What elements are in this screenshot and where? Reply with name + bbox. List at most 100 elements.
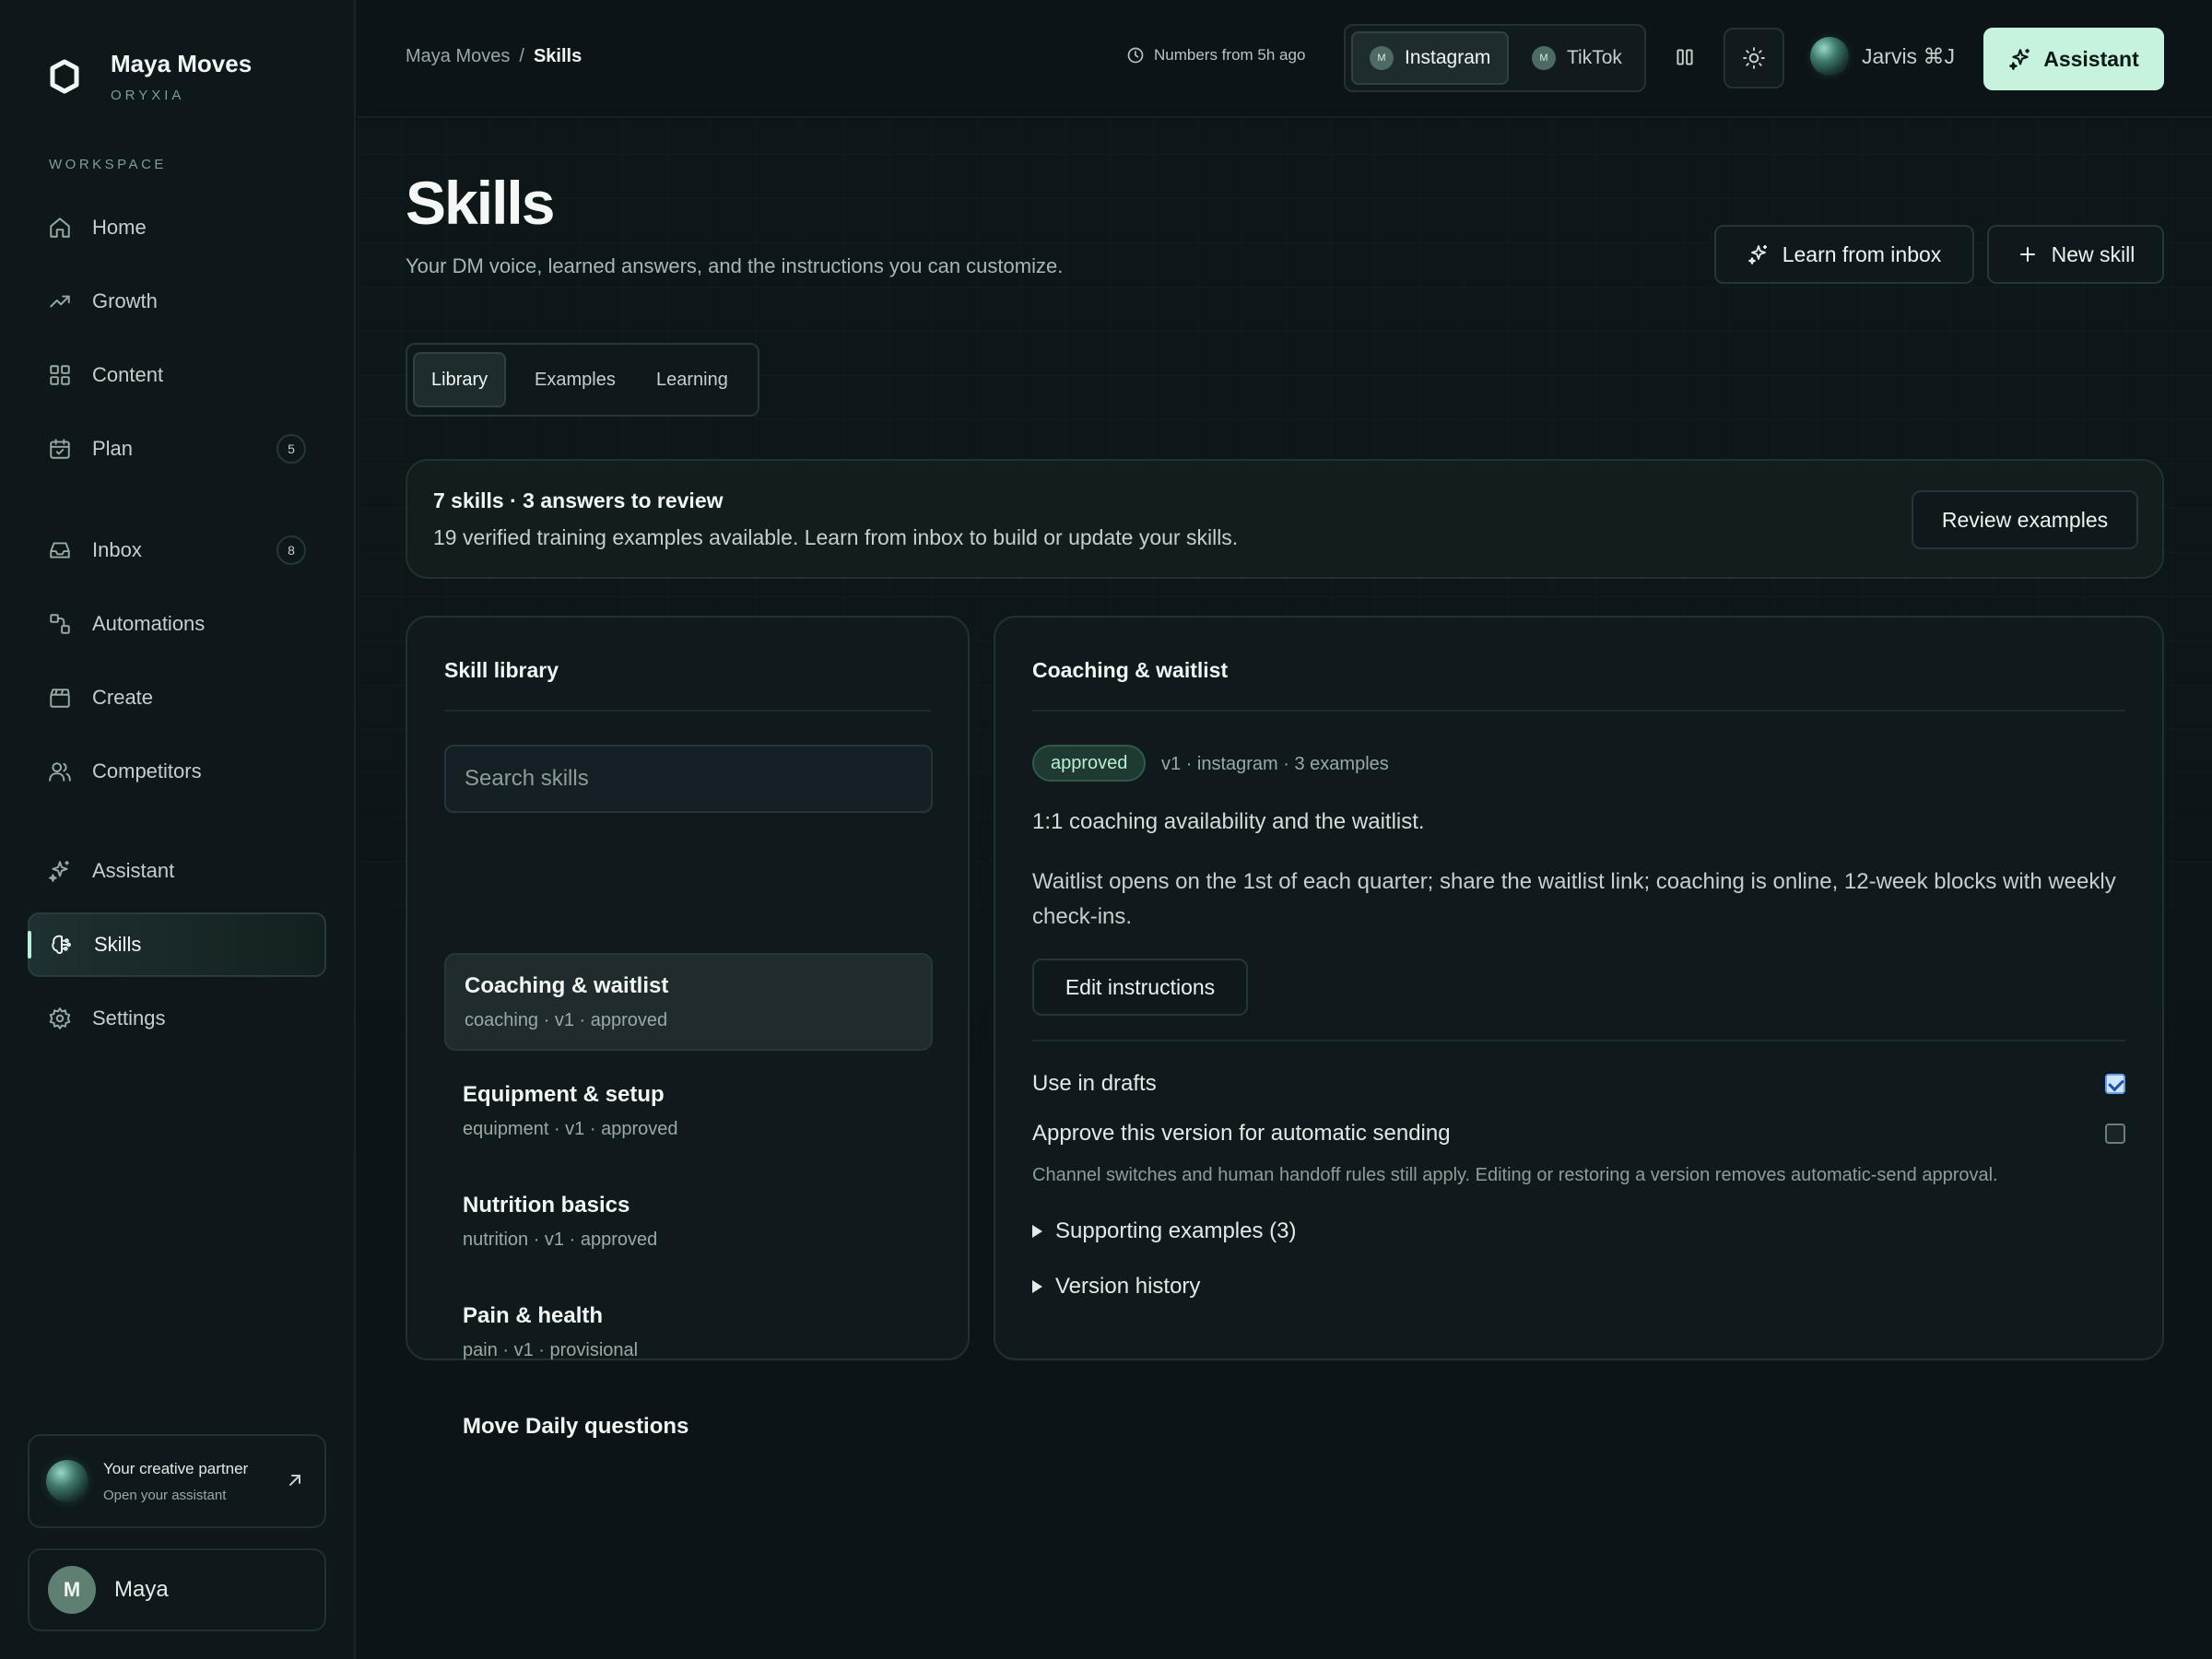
sidebar-item-plan[interactable]: Plan 5: [28, 417, 326, 481]
status-badge: approved: [1032, 745, 1147, 782]
sidebar-item-label: Home: [92, 216, 147, 239]
sidebar-item-assistant[interactable]: Assistant: [28, 839, 326, 903]
assistant-button[interactable]: Assistant: [1983, 28, 2164, 90]
use-in-drafts-checkbox[interactable]: [2105, 1074, 2125, 1094]
sidebar-item-settings[interactable]: Settings: [28, 986, 326, 1051]
divider: [1032, 1040, 2125, 1041]
main-content: Skills Your DM voice, learned answers, a…: [358, 120, 2212, 1659]
sidebar-item-label: Skills: [94, 933, 142, 956]
channel-switcher: M Instagram M TikTok: [1344, 24, 1646, 92]
version-history-disclosure[interactable]: Version history: [1032, 1274, 1200, 1300]
breadcrumb-separator: /: [519, 46, 524, 66]
search-skills-input[interactable]: [444, 745, 933, 813]
skill-library-heading: Skill library: [444, 658, 559, 682]
plan-count-badge: 5: [276, 434, 306, 464]
skill-meta: pain · v1 · provisional: [463, 1340, 639, 1360]
sidebar-item-competitors[interactable]: Competitors: [28, 739, 326, 804]
channel-instagram[interactable]: M Instagram: [1351, 31, 1510, 85]
skill-list-item[interactable]: Move Daily questions: [444, 1395, 933, 1460]
version-history-label: Version history: [1055, 1274, 1201, 1299]
skill-detail-panel: Coaching & waitlist approved v1 · instag…: [994, 616, 2164, 1360]
auto-send-note: Channel switches and human handoff rules…: [1032, 1165, 1998, 1185]
skill-instructions: Waitlist opens on the 1st of each quarte…: [1032, 869, 2116, 929]
jarvis-orb-icon: [1810, 37, 1849, 76]
brand-org: ORYXIA: [111, 88, 185, 103]
channel-avatar: M: [1370, 46, 1394, 70]
skill-meta: equipment · v1 · approved: [463, 1119, 678, 1139]
skill-list-item[interactable]: Nutrition basics nutrition · v1 · approv…: [444, 1174, 933, 1272]
new-skill-label: New skill: [2051, 241, 2136, 266]
skill-detail-heading: Coaching & waitlist: [1032, 658, 1229, 682]
assistant-orb-icon: [46, 1460, 88, 1502]
skill-list-item[interactable]: Pain & health pain · v1 · provisional: [444, 1285, 933, 1382]
skill-list-item[interactable]: Coaching & waitlist coaching · v1 · appr…: [444, 953, 933, 1051]
partner-subtitle: Open your assistant: [103, 1487, 227, 1503]
sidebar-item-skills[interactable]: Skills: [28, 912, 326, 977]
sidebar-item-inbox[interactable]: Inbox 8: [28, 518, 326, 582]
skill-name: Pain & health: [463, 1303, 604, 1328]
data-freshness: Numbers from 5h ago: [1126, 46, 1305, 65]
skill-list-item[interactable]: Equipment & setup equipment · v1 · appro…: [444, 1064, 933, 1161]
user-profile-card[interactable]: M Maya: [28, 1548, 326, 1631]
tab-library[interactable]: Library: [413, 352, 507, 407]
skill-name: Nutrition basics: [463, 1193, 630, 1218]
edit-instructions-button[interactable]: Edit instructions: [1032, 959, 1248, 1016]
clapper-icon: [48, 686, 72, 710]
channel-avatar: M: [1532, 46, 1556, 70]
sidebar-item-growth[interactable]: Growth: [28, 269, 326, 334]
summary-title: 7 skills · 3 answers to review: [433, 488, 724, 512]
auto-send-row[interactable]: Approve this version for automatic sendi…: [1032, 1115, 2125, 1152]
gear-icon: [48, 1006, 72, 1030]
brand-name: Maya Moves: [111, 50, 253, 77]
freshness-text: Numbers from 5h ago: [1154, 46, 1306, 64]
workspace-section-label: WORKSPACE: [49, 157, 167, 172]
sparkle-icon: [1747, 245, 1767, 265]
divider: [444, 710, 931, 712]
jarvis-label: Jarvis ⌘J: [1862, 43, 1955, 68]
brain-icon: [50, 933, 74, 957]
users-icon: [48, 759, 72, 783]
trend-icon: [48, 289, 72, 313]
review-examples-button[interactable]: Review examples: [1912, 490, 2138, 549]
sidebar-item-content[interactable]: Content: [28, 343, 326, 407]
sidebar-item-create[interactable]: Create: [28, 665, 326, 730]
auto-send-checkbox[interactable]: [2105, 1124, 2125, 1144]
sun-icon: [1743, 47, 1765, 69]
tab-learning[interactable]: Learning: [640, 352, 745, 407]
creative-partner-card[interactable]: Your creative partner Open your assistan…: [28, 1434, 326, 1528]
learn-from-inbox-button[interactable]: Learn from inbox: [1714, 225, 1974, 284]
top-bar: Maya Moves / Skills Numbers from 5h ago M …: [358, 0, 2212, 118]
breadcrumb-parent[interactable]: Maya Moves: [406, 46, 510, 66]
sidebar-item-label: Settings: [92, 1006, 166, 1030]
tab-examples[interactable]: Examples: [518, 352, 632, 407]
jarvis-launcher[interactable]: Jarvis ⌘J: [1810, 37, 1955, 76]
brand[interactable]: Maya Moves ORYXIA: [46, 50, 252, 103]
skill-summary: 1:1 coaching availability and the waitli…: [1032, 809, 1425, 834]
sparkle-icon: [2009, 49, 2030, 70]
disclosure-triangle-icon: [1032, 1280, 1042, 1293]
use-in-drafts-row[interactable]: Use in drafts: [1032, 1065, 2125, 1102]
sidebar-item-automations[interactable]: Automations: [28, 592, 326, 656]
clock-icon: [1127, 47, 1144, 64]
grid-icon: [48, 363, 72, 387]
supporting-examples-label: Supporting examples (3): [1055, 1218, 1297, 1243]
new-skill-button[interactable]: New skill: [1987, 225, 2164, 284]
sidebar-item-label: Competitors: [92, 759, 202, 782]
channel-tiktok[interactable]: M TikTok: [1515, 31, 1639, 85]
sidebar-item-home[interactable]: Home: [28, 195, 326, 260]
page-title: Skills: [406, 169, 555, 237]
user-name: Maya: [114, 1577, 169, 1602]
skill-meta: coaching · v1 · approved: [465, 1010, 668, 1030]
automation-icon: [48, 612, 72, 636]
skills-summary-card: 7 skills · 3 answers to review 19 verifi…: [406, 459, 2164, 579]
skill-name: Equipment & setup: [463, 1082, 665, 1107]
channel-label: TikTok: [1567, 47, 1622, 68]
use-in-drafts-label: Use in drafts: [1032, 1071, 1157, 1096]
sidebar-item-label: Automations: [92, 612, 206, 635]
theme-toggle-button[interactable]: [1724, 28, 1784, 88]
toggle-panel-button[interactable]: [1666, 33, 1703, 81]
sidebar: Maya Moves ORYXIA WORKSPACE Home Growth …: [0, 0, 356, 1659]
learn-from-inbox-label: Learn from inbox: [1782, 241, 1942, 266]
supporting-examples-disclosure[interactable]: Supporting examples (3): [1032, 1218, 1296, 1244]
inbox-icon: [48, 538, 72, 562]
